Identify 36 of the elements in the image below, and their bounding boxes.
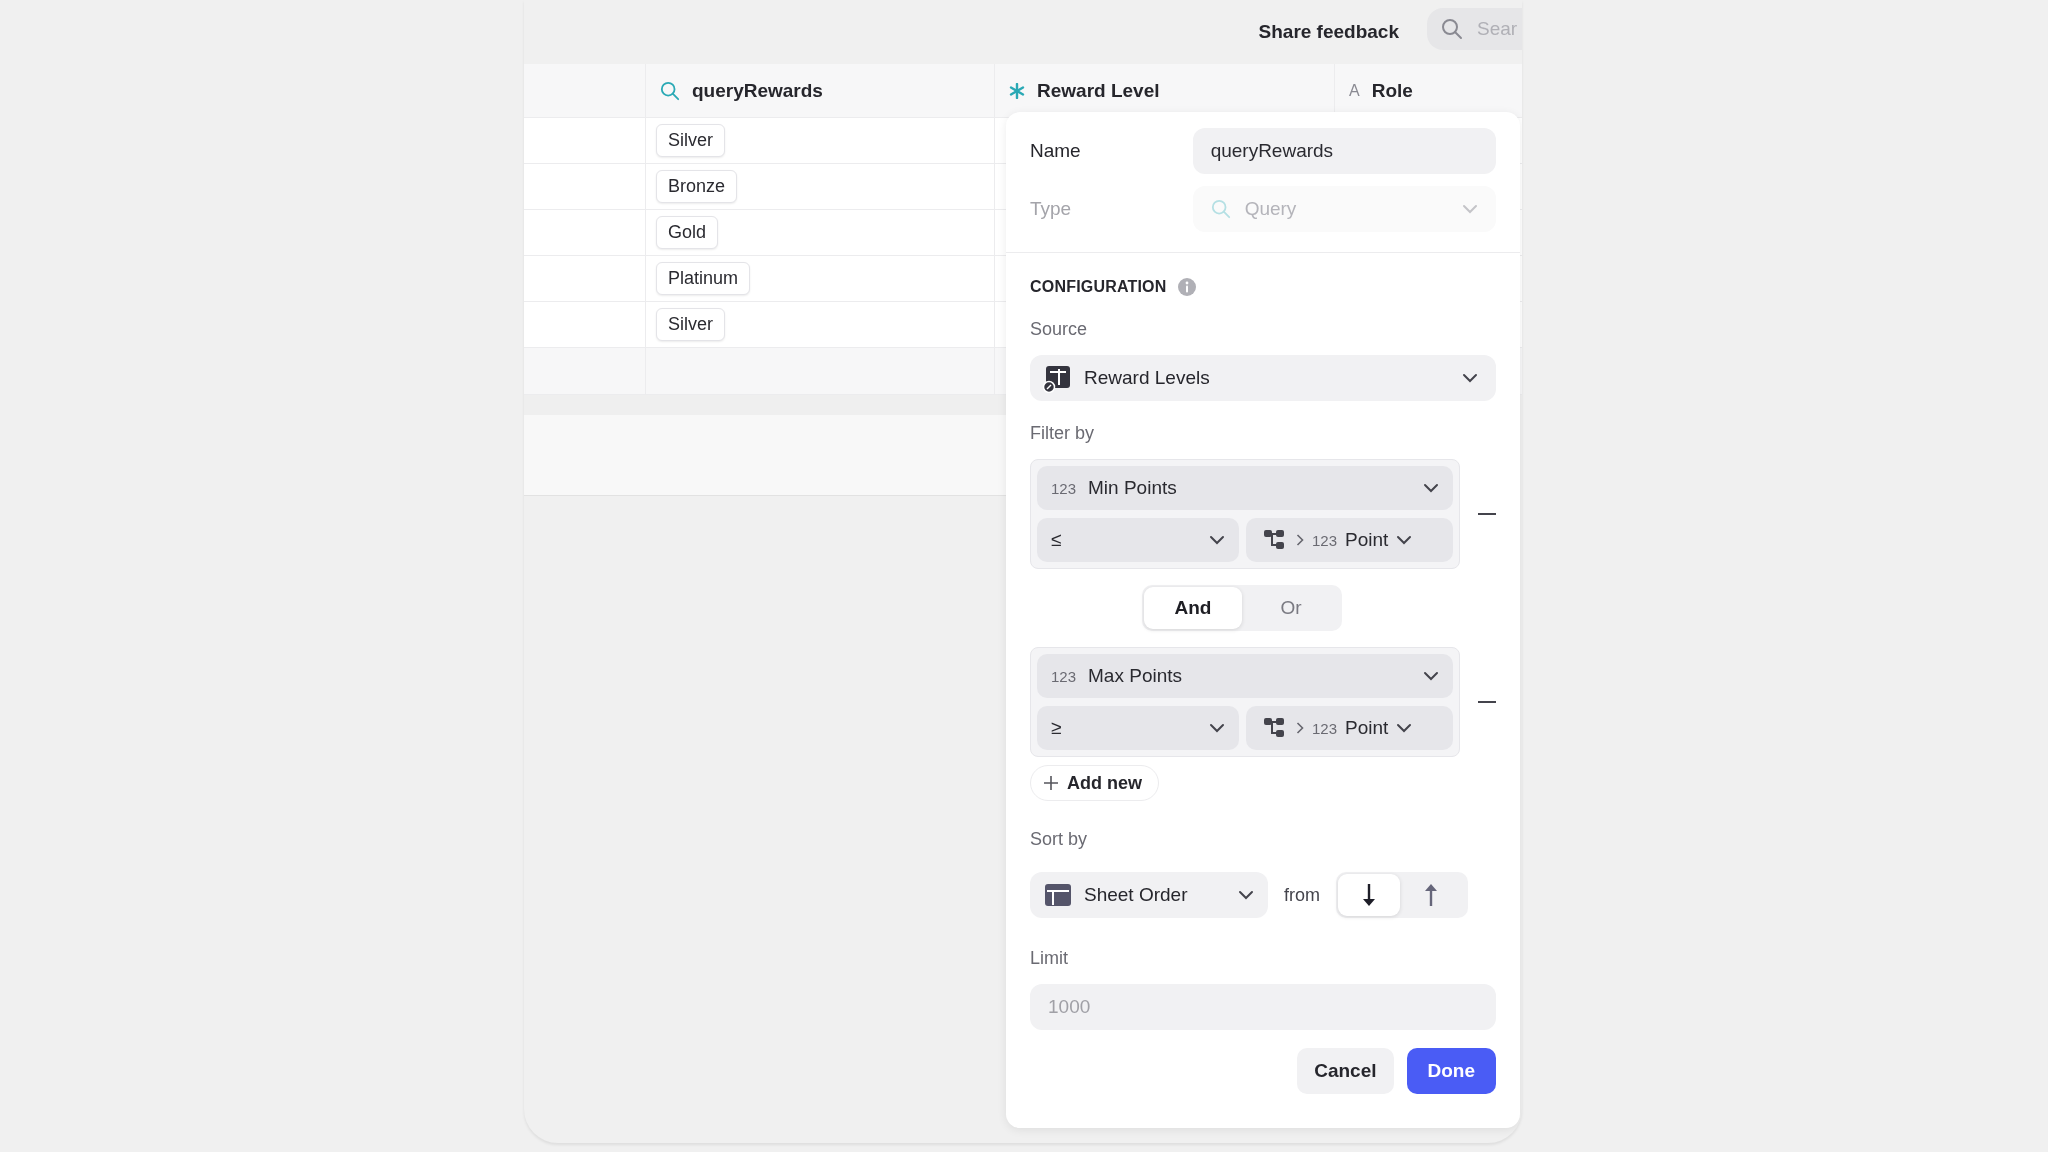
value-chip: Silver (656, 308, 725, 341)
field-label: Filter by (1030, 423, 1094, 444)
operator-dropdown[interactable]: ≥ (1037, 706, 1239, 750)
number-type-label: 123 (1051, 667, 1077, 685)
field-label: Type (1030, 198, 1073, 220)
done-button[interactable]: Done (1406, 1048, 1496, 1094)
field-label: Source (1030, 319, 1088, 340)
value-dropdown[interactable]: 123 Point (1246, 518, 1453, 562)
cancel-button[interactable]: Cancel (1297, 1048, 1394, 1094)
section-title: CONFIGURATION (1030, 278, 1167, 296)
sort-dropdown[interactable]: Sheet Order (1030, 872, 1268, 918)
share-feedback-link[interactable]: Share feedback (1258, 21, 1399, 43)
operator-dropdown[interactable]: ≤ (1037, 518, 1239, 562)
field-label: Name (1030, 140, 1082, 162)
joiner-option[interactable]: And (1144, 587, 1242, 629)
field-label: Sort by (1030, 829, 1088, 850)
value-chip: Bronze (656, 170, 738, 203)
value-chip: Platinum (656, 262, 751, 295)
add-new-button[interactable]: Add new (1030, 765, 1159, 801)
column-title: Reward Level (1037, 79, 1160, 102)
field-label: Limit (1030, 948, 1068, 969)
from-label: from (1284, 884, 1320, 906)
column-title: Role (1371, 79, 1413, 102)
field-dropdown[interactable]: 123 Max Points (1037, 654, 1453, 698)
value-dropdown[interactable]: 123 Point (1246, 706, 1453, 750)
text-type-icon: A (1349, 81, 1360, 100)
name-field[interactable]: queryRewards (1192, 128, 1496, 174)
value-chip: Silver (656, 124, 725, 157)
column-title: queryRewards (692, 79, 823, 102)
field-dropdown[interactable]: 123 Min Points (1037, 466, 1453, 510)
number-type-label: 123 (1051, 479, 1077, 497)
column-header[interactable]: queryRewards (646, 64, 995, 117)
source-dropdown[interactable]: Reward Levels (1030, 355, 1496, 401)
joiner-option[interactable]: Or (1242, 587, 1340, 629)
limit-field[interactable]: 1000 (1030, 984, 1496, 1030)
value-chip: Gold (656, 216, 719, 249)
